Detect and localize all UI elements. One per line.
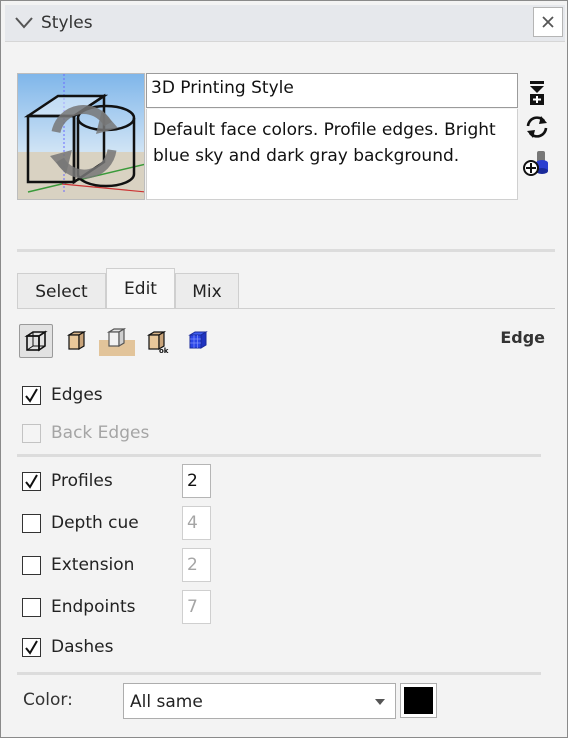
svg-text:ok: ok — [159, 347, 169, 355]
close-icon — [542, 16, 554, 28]
endpoints-option[interactable]: Endpoints — [22, 595, 136, 619]
panel-header[interactable]: Styles — [5, 5, 565, 42]
profiles-width-input[interactable]: 2 — [182, 464, 211, 498]
extension-label: Extension — [51, 555, 135, 575]
tab-select[interactable]: Select — [17, 273, 106, 309]
update-style-icon[interactable] — [523, 113, 551, 141]
extension-input[interactable]: 2 — [182, 548, 211, 582]
edge-settings-button[interactable] — [19, 324, 53, 358]
dropdown-arrow-icon — [375, 699, 385, 705]
edges-checkbox[interactable] — [22, 385, 41, 405]
depth-cue-input[interactable]: 4 — [182, 506, 211, 540]
chevron-down-icon[interactable] — [13, 15, 35, 31]
back-edges-checkbox — [22, 423, 41, 443]
profiles-label: Profiles — [51, 471, 113, 491]
endpoints-input[interactable]: 7 — [182, 590, 211, 624]
checkmark-icon — [25, 387, 38, 403]
background-settings-icon — [99, 327, 135, 356]
style-description[interactable]: Default face colors. Profile edges. Brig… — [146, 109, 518, 200]
style-name-input[interactable]: 3D Printing Style — [146, 73, 518, 108]
profiles-option[interactable]: Profiles — [22, 469, 113, 493]
tab-underline — [17, 308, 555, 309]
depth-cue-label: Depth cue — [51, 513, 139, 533]
tab-edit[interactable]: Edit — [106, 268, 175, 309]
edge-settings-icon — [24, 330, 48, 352]
color-divider — [17, 672, 541, 675]
panel-title: Styles — [41, 13, 93, 33]
color-mode-select[interactable]: All same — [123, 683, 396, 719]
close-button[interactable] — [533, 7, 563, 37]
extension-checkbox[interactable] — [22, 555, 41, 575]
options-divider — [17, 454, 541, 457]
background-settings-button[interactable] — [99, 324, 135, 358]
extension-option[interactable]: Extension — [22, 553, 134, 577]
endpoints-checkbox[interactable] — [22, 597, 41, 617]
tab-mix[interactable]: Mix — [175, 273, 239, 309]
watermark-settings-icon: ok — [146, 330, 169, 355]
edges-label: Edges — [51, 385, 103, 405]
face-settings-icon — [66, 330, 87, 351]
styles-panel: Styles 3D Printing Style Default face co… — [0, 0, 568, 738]
color-mode-value: All same — [130, 692, 203, 712]
section-divider — [17, 249, 555, 252]
modeling-settings-icon — [188, 331, 208, 349]
depth-cue-option[interactable]: Depth cue — [22, 511, 139, 535]
checkmark-icon — [25, 473, 38, 489]
add-to-model-icon[interactable] — [523, 149, 551, 177]
depth-cue-checkbox[interactable] — [22, 513, 41, 533]
dashes-option[interactable]: Dashes — [22, 635, 113, 659]
back-edges-option: Back Edges — [22, 421, 149, 445]
dashes-label: Dashes — [51, 637, 114, 657]
style-preview-image — [18, 74, 144, 199]
color-swatch — [404, 687, 433, 714]
color-swatch-button[interactable] — [400, 683, 437, 718]
back-edges-label: Back Edges — [51, 423, 150, 443]
profiles-checkbox[interactable] — [22, 471, 41, 491]
checkmark-icon — [25, 639, 38, 655]
section-label: Edge — [500, 328, 545, 347]
endpoints-label: Endpoints — [51, 597, 136, 617]
watermark-settings-button[interactable]: ok — [141, 324, 175, 358]
style-thumbnail[interactable] — [17, 73, 145, 200]
face-settings-button[interactable] — [59, 324, 93, 358]
modeling-settings-button[interactable] — [181, 324, 215, 358]
create-new-style-icon[interactable] — [523, 79, 551, 107]
dashes-checkbox[interactable] — [22, 637, 41, 657]
edges-option[interactable]: Edges — [22, 383, 103, 407]
color-label: Color: — [23, 690, 73, 710]
